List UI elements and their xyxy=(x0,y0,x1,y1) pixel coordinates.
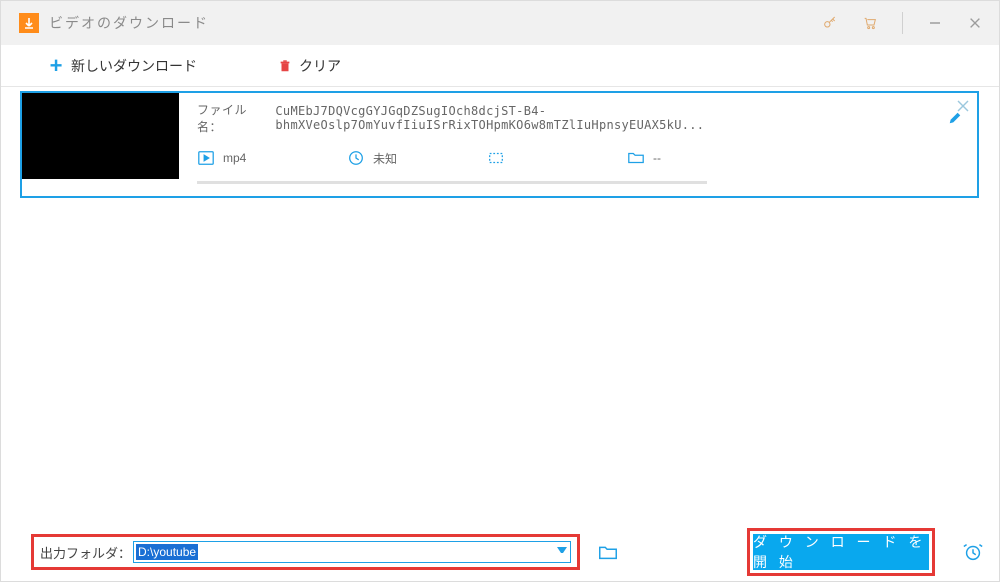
download-item[interactable]: ファイル名： CuMEbJ7DQVcgGYJGqDZSugIOch8dcjST-… xyxy=(20,91,979,198)
download-list: ファイル名： CuMEbJ7DQVcgGYJGqDZSugIOch8dcjST-… xyxy=(1,87,999,523)
app-window: ビデオのダウンロード + 新しいダウンロード クリ xyxy=(0,0,1000,582)
filename-value: CuMEbJ7DQVcgGYJGqDZSugIOch8dcjST-B4-bhmX… xyxy=(275,104,932,132)
output-path-dropdown[interactable]: D:\youtube xyxy=(133,541,571,563)
filename-label: ファイル名： xyxy=(197,101,267,135)
folder-value: -- xyxy=(653,151,661,165)
progress-bar xyxy=(197,181,707,184)
remove-item-button[interactable] xyxy=(957,99,969,115)
duration-value: 未知 xyxy=(373,150,397,167)
dimension-icon xyxy=(487,149,505,167)
new-download-button[interactable]: + 新しいダウンロード xyxy=(47,56,197,76)
item-meta: mp4 未知 xyxy=(197,149,963,167)
format-value: mp4 xyxy=(223,151,246,165)
clock-icon xyxy=(347,149,365,167)
trash-icon xyxy=(277,58,293,74)
new-download-label: 新しいダウンロード xyxy=(71,56,197,76)
cart-icon[interactable] xyxy=(856,9,884,37)
start-download-wrap: ダ ウ ン ロ ー ド を 開 始 xyxy=(747,528,935,576)
open-folder-button[interactable] xyxy=(596,540,620,564)
output-folder-group: 出力フォルダ： D:\youtube xyxy=(31,534,580,570)
key-icon[interactable] xyxy=(816,9,844,37)
alarm-button[interactable] xyxy=(959,538,987,566)
output-label: 出力フォルダ： xyxy=(40,543,131,562)
bottom-bar: 出力フォルダ： D:\youtube ダ ウ ン ロ ー ド を 開 始 xyxy=(1,523,999,581)
separator xyxy=(902,12,903,34)
app-icon xyxy=(19,13,39,33)
toolbar: + 新しいダウンロード クリア xyxy=(1,45,999,87)
video-icon xyxy=(197,149,215,167)
start-download-button[interactable]: ダ ウ ン ロ ー ド を 開 始 xyxy=(753,534,929,570)
output-path-selected-text: D:\youtube xyxy=(136,544,198,560)
clear-label: クリア xyxy=(299,56,341,76)
chevron-down-icon[interactable] xyxy=(557,547,567,557)
clear-button[interactable]: クリア xyxy=(277,56,341,76)
format-cell[interactable]: mp4 xyxy=(197,149,337,167)
close-button[interactable] xyxy=(961,9,989,37)
folder-cell[interactable]: -- xyxy=(627,149,747,167)
dimension-cell[interactable] xyxy=(487,149,617,167)
output-path-input[interactable] xyxy=(133,541,571,563)
minimize-button[interactable] xyxy=(921,9,949,37)
folder-icon xyxy=(627,149,645,167)
titlebar: ビデオのダウンロード xyxy=(1,1,999,45)
plus-icon: + xyxy=(47,57,65,75)
window-title: ビデオのダウンロード xyxy=(49,13,816,33)
duration-cell: 未知 xyxy=(347,149,477,167)
video-thumbnail xyxy=(22,93,179,179)
